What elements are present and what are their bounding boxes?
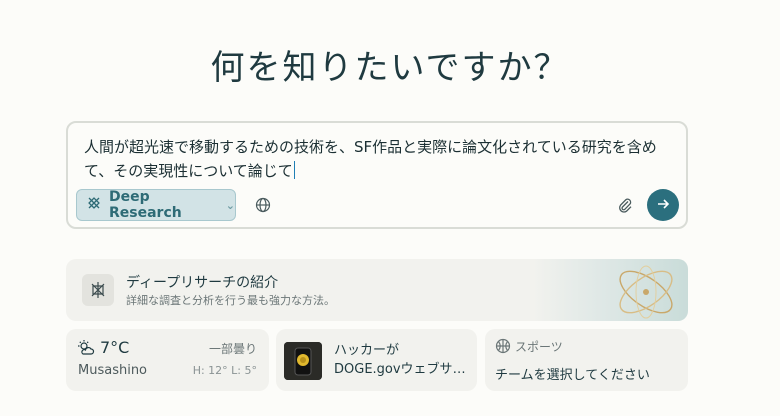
partly-cloudy-icon xyxy=(77,339,95,357)
promo-title: ディープリサーチの紹介 xyxy=(126,275,279,291)
basketball-icon xyxy=(495,338,511,354)
page-title: 何を知りたいですか？ xyxy=(210,48,570,88)
news-card[interactable]: ハッカーが DOGE.govウェブサイト… xyxy=(276,329,477,391)
sports-card[interactable]: スポーツ チームを選択してください xyxy=(485,329,688,391)
orbit-graphic xyxy=(558,259,688,321)
text-caret xyxy=(293,161,295,179)
temperature: 7°C xyxy=(100,338,130,357)
promo-subtitle: 詳細な調査と分析を行う最も強力な方法。 xyxy=(126,294,335,307)
weather-location: Musashino xyxy=(78,363,148,378)
high-low-temperature: H: 12° L: 5° xyxy=(192,364,257,377)
query-input[interactable]: 人間が超光速で移動するための技術を、SF作品と実際に論文化されている研究を含めて… xyxy=(84,135,674,183)
deep-research-icon xyxy=(87,196,101,214)
arrow-right-icon xyxy=(656,196,670,215)
deep-research-promo-card[interactable]: ディープリサーチの紹介 詳細な調査と分析を行う最も強力な方法。 xyxy=(66,259,688,321)
weather-condition: 一部曇り xyxy=(208,342,257,356)
select-team-text: チームを選択してください xyxy=(495,368,650,383)
deep-research-mode-button[interactable]: Deep Research ⌄ xyxy=(76,189,236,221)
sports-label: スポーツ xyxy=(515,340,563,354)
weather-card[interactable]: 7°C 一部曇り Musashino H: 12° L: 5° xyxy=(66,329,269,391)
paperclip-icon[interactable] xyxy=(614,194,636,216)
news-thumbnail xyxy=(284,342,322,380)
globe-icon[interactable] xyxy=(252,194,274,216)
query-text: 人間が超光速で移動するための技術を、SF作品と実際に論文化されている研究を含めて… xyxy=(84,138,657,180)
query-input-box[interactable]: 人間が超光速で移動するための技術を、SF作品と実際に論文化されている研究を含めて… xyxy=(66,121,688,229)
chevron-down-icon: ⌄ xyxy=(225,198,235,212)
news-headline: ハッカーが DOGE.govウェブサイト… xyxy=(334,343,468,377)
send-button[interactable] xyxy=(647,189,679,221)
mode-label: Deep Research xyxy=(109,189,182,221)
deep-research-icon xyxy=(82,274,114,306)
